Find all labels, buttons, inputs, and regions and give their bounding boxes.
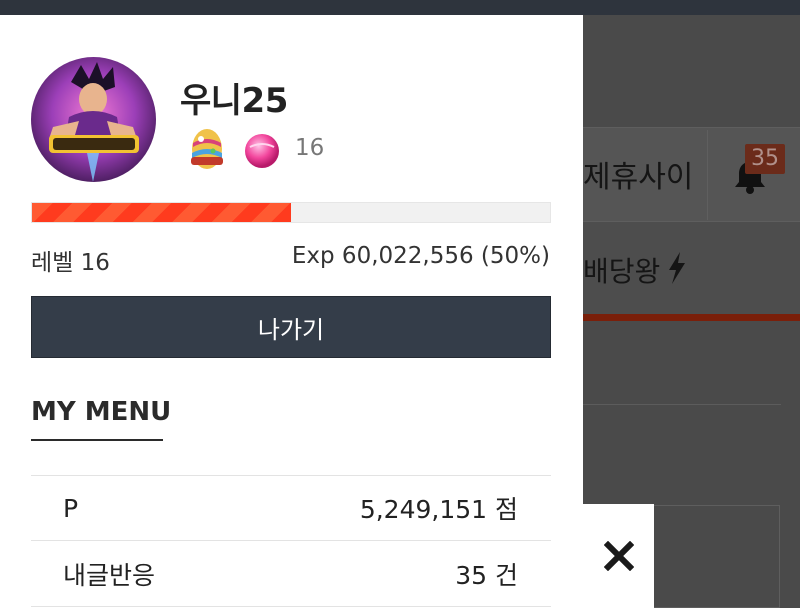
username: 우니25 [180, 81, 288, 121]
badge-count: 16 [295, 135, 325, 161]
avatar-image [31, 57, 156, 182]
exp-progress-bar [31, 202, 551, 223]
logout-button[interactable]: 나가기 [31, 296, 551, 358]
egg-badge-icon [191, 129, 223, 169]
pink-gem-icon [245, 134, 279, 168]
menu-row-points[interactable]: P 5,249,151 점 [31, 475, 551, 541]
avatar[interactable] [31, 57, 156, 182]
menu-row-label: P [63, 493, 79, 523]
notification-count-badge: 35 [745, 144, 785, 174]
top-bar [0, 0, 800, 15]
exp-progress-fill [32, 203, 291, 222]
exp-label: Exp 60,022,556 (50%) [291, 243, 550, 269]
menu-row-label: 내글반응 [63, 560, 156, 590]
notification-bell: 35 [728, 144, 788, 198]
close-button[interactable] [583, 504, 654, 608]
my-menu-title: MY MENU [31, 397, 171, 441]
nav-dividend: 배당왕 [583, 255, 661, 288]
my-menu-list: P 5,249,151 점 내글반응 35 건 [31, 475, 551, 607]
level-label: 레벨 16 [31, 250, 110, 276]
divider-line [583, 404, 781, 405]
menu-row-reactions[interactable]: 내글반응 35 건 [31, 541, 551, 607]
nav-partner-sites: 제휴사이 [583, 160, 694, 195]
nav-divider [707, 130, 708, 220]
menu-row-value: 5,249,151 점 [359, 495, 518, 524]
menu-row-value: 35 건 [455, 560, 518, 590]
close-icon [603, 541, 634, 571]
background-box [650, 505, 780, 608]
bolt-icon [669, 252, 685, 284]
accent-line [555, 314, 800, 321]
user-drawer: 우니25 16 레벨 16 Exp 60,022,556 (50%) 나가기 M… [0, 15, 583, 608]
